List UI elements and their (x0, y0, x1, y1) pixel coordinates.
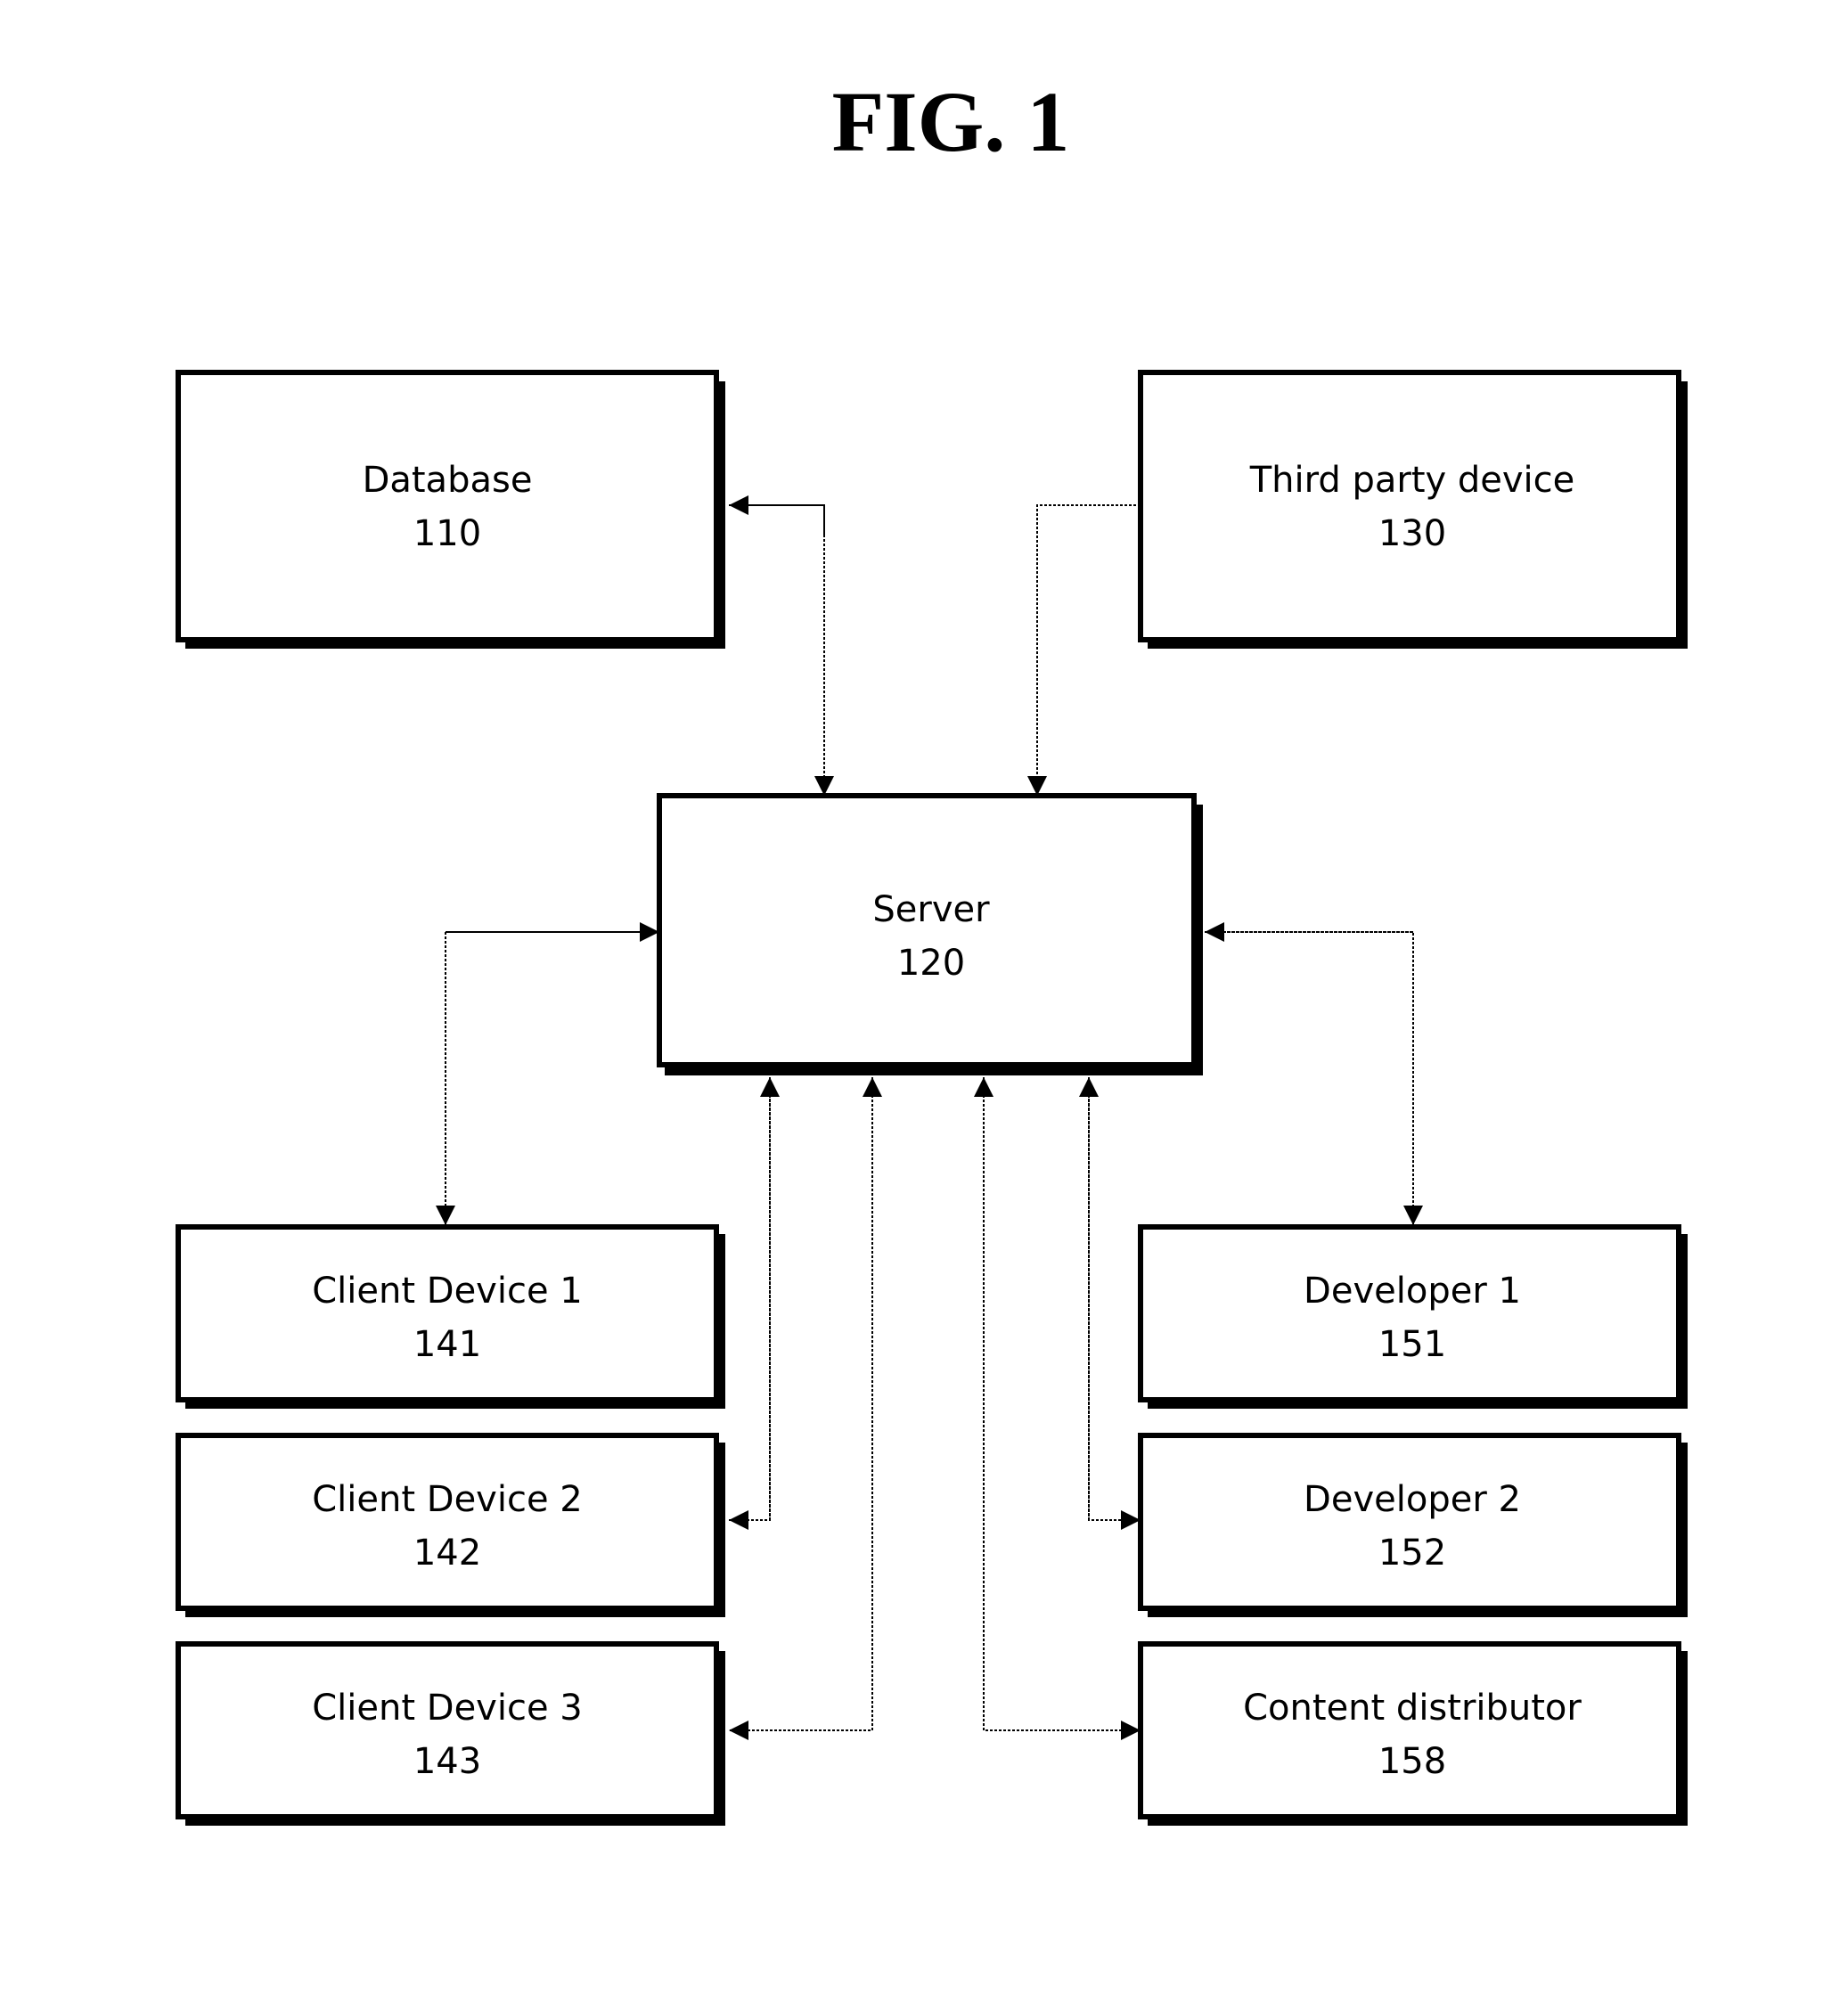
node-third-party-ref: 130 (1378, 513, 1446, 554)
node-client3-name: Client Device 3 (312, 1688, 582, 1729)
node-database-ref: 110 (413, 513, 481, 554)
connector-server-client3 (729, 1077, 873, 1740)
node-database-name: Database (363, 460, 533, 501)
connector-thirdparty-server (1027, 504, 1141, 796)
node-client1-ref: 141 (413, 1324, 481, 1365)
node-database: Database 110 (176, 370, 725, 649)
node-content-distributor-name: Content distributor (1243, 1688, 1582, 1729)
connector-server-client1 (436, 931, 659, 1225)
connector-server-developer1 (1205, 931, 1423, 1225)
node-client1: Client Device 1 141 (176, 1224, 725, 1409)
node-client2-name: Client Device 2 (312, 1479, 582, 1520)
node-third-party-name: Third party device (1249, 460, 1575, 501)
node-developer1-ref: 151 (1378, 1324, 1446, 1365)
node-developer1: Developer 1 151 (1138, 1224, 1688, 1409)
node-content-distributor: Content distributor 158 (1138, 1641, 1688, 1826)
node-developer2-ref: 152 (1378, 1533, 1446, 1574)
node-server-name: Server (872, 889, 990, 930)
node-developer2-name: Developer 2 (1304, 1479, 1521, 1520)
node-developer2: Developer 2 152 (1138, 1433, 1688, 1617)
node-client2-ref: 142 (413, 1533, 481, 1574)
node-content-distributor-ref: 158 (1378, 1741, 1446, 1782)
block-diagram: Database 110 Third party device 130 Serv… (176, 370, 1688, 1826)
connector-server-developer2 (1088, 1077, 1141, 1530)
node-client3: Client Device 3 143 (176, 1641, 725, 1826)
node-third-party: Third party device 130 (1138, 370, 1688, 649)
connector-database-server (729, 504, 834, 796)
node-client3-ref: 143 (413, 1741, 481, 1782)
connector-server-database-head (729, 495, 825, 535)
connector-server-content-distributor (983, 1077, 1141, 1740)
connector-server-client2 (729, 1077, 771, 1530)
node-server: Server 120 (657, 793, 1203, 1075)
node-developer1-name: Developer 1 (1304, 1271, 1521, 1312)
node-client1-name: Client Device 1 (312, 1271, 582, 1312)
node-server-ref: 120 (897, 943, 965, 984)
node-client2: Client Device 2 142 (176, 1433, 725, 1617)
